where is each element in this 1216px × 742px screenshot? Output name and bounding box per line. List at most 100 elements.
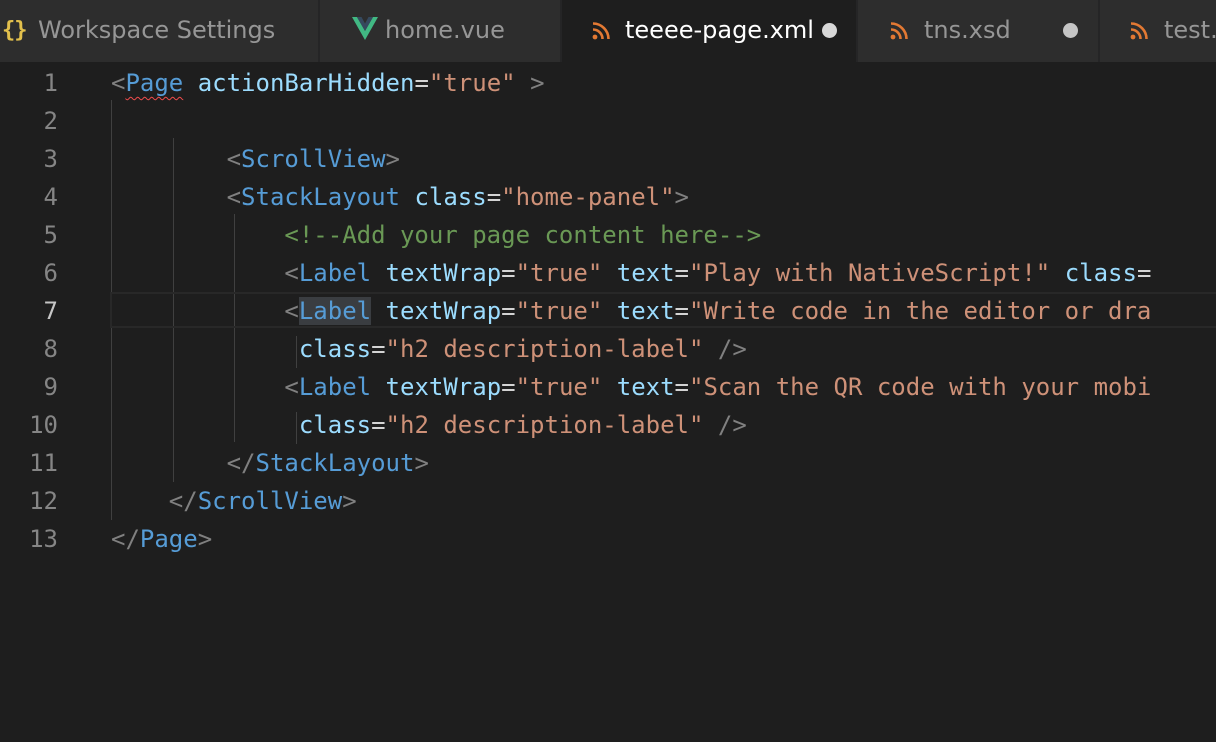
string-token: "true" xyxy=(515,259,603,287)
tab-label: home.vue xyxy=(385,16,505,44)
code-token: < xyxy=(111,69,126,97)
line-number: 1 xyxy=(43,69,58,97)
code-token: < xyxy=(284,297,299,325)
attribute-token: textWrap xyxy=(385,297,502,325)
line-number: 10 xyxy=(29,411,58,439)
tag-name-token: Label xyxy=(298,297,372,325)
tab-test-x[interactable]: test.x xyxy=(1100,0,1216,62)
code-token: = xyxy=(674,297,689,325)
code-line[interactable]: 1 <Page actionBarHidden="true" > xyxy=(0,64,1216,102)
string-token: "home-panel" xyxy=(501,183,675,211)
code-token: < xyxy=(284,259,299,287)
code-token: </ xyxy=(111,525,140,553)
tab-workspace-settings[interactable]: {} Workspace Settings xyxy=(0,0,318,62)
code-text[interactable]: <!--Add your page content here--> xyxy=(111,216,761,254)
code-token: = xyxy=(486,183,502,211)
line-number: 2 xyxy=(43,107,58,135)
editor-window: {} Workspace Settings home.vue teeee-pag… xyxy=(0,0,1216,742)
braces-icon: {} xyxy=(2,18,27,43)
string-token: "Scan the QR code with your mobi xyxy=(689,373,1152,401)
code-token: > xyxy=(385,145,400,173)
string-token: "Play with NativeScript!" xyxy=(689,259,1051,287)
line-number: 8 xyxy=(43,335,58,363)
line-number: 9 xyxy=(43,373,58,401)
code-line[interactable]: 5 <!--Add your page content here--> xyxy=(0,216,1216,254)
code-token: > xyxy=(674,183,689,211)
unsaved-dot-icon[interactable] xyxy=(822,23,837,38)
line-number: 3 xyxy=(43,145,58,173)
code-text[interactable]: <Label textWrap="true" text="Scan the QR… xyxy=(111,368,1151,406)
tab-label: test.x xyxy=(1164,16,1216,44)
attribute-token: class xyxy=(1064,259,1137,287)
tag-name-token: Label xyxy=(298,259,372,287)
code-token: </ xyxy=(226,449,256,477)
string-token: "true" xyxy=(428,69,516,97)
code-text[interactable]: </ScrollView> xyxy=(111,482,357,520)
code-line[interactable]: 9 <Label textWrap="true" text="Scan the … xyxy=(0,368,1216,406)
code-line[interactable]: 11 </StackLayout> xyxy=(0,444,1216,482)
code-token: > xyxy=(414,449,429,477)
line-number: 7 xyxy=(43,297,58,325)
line-number: 6 xyxy=(43,259,58,287)
line-number: 13 xyxy=(29,525,58,553)
code-line[interactable]: 4 <StackLayout class="home-panel"> xyxy=(0,178,1216,216)
code-line[interactable]: 13 </Page> xyxy=(0,520,1216,558)
attribute-token: class xyxy=(298,335,372,363)
code-line[interactable]: 10 class="h2 description-label" /> xyxy=(0,406,1216,444)
code-text[interactable]: <StackLayout class="home-panel"> xyxy=(111,178,689,216)
code-token: = xyxy=(414,69,429,97)
code-text[interactable]: <Label textWrap="true" text="Write code … xyxy=(111,292,1151,330)
code-line[interactable]: 6 <Label textWrap="true" text="Play with… xyxy=(0,254,1216,292)
code-line[interactable]: 2 xyxy=(0,102,1216,140)
code-token: /> xyxy=(717,335,747,363)
attribute-token: class xyxy=(298,411,372,439)
code-text[interactable]: <Label textWrap="true" text="Play with N… xyxy=(111,254,1151,292)
code-token: = xyxy=(501,259,516,287)
code-token: > xyxy=(342,487,357,515)
code-text[interactable]: class="h2 description-label" /> xyxy=(111,406,747,444)
code-line[interactable]: 7 <Label textWrap="true" text="Write cod… xyxy=(0,292,1216,330)
string-token: "true" xyxy=(515,297,603,325)
attribute-token: textWrap xyxy=(385,259,502,287)
code-text[interactable]: <Page actionBarHidden="true" > xyxy=(111,64,545,102)
code-text[interactable]: </StackLayout> xyxy=(111,444,429,482)
code-token: < xyxy=(226,183,242,211)
tag-name-token: StackLayout xyxy=(241,183,400,211)
tag-name-token: ScrollView xyxy=(241,145,386,173)
code-token: /> xyxy=(717,411,747,439)
tag-name-token: Label xyxy=(298,373,372,401)
code-line[interactable]: 12 </ScrollView> xyxy=(0,482,1216,520)
code-token: < xyxy=(226,145,242,173)
code-text[interactable]: class="h2 description-label" /> xyxy=(111,330,747,368)
code-token: = xyxy=(1136,259,1152,287)
tab-label: teeee-page.xml xyxy=(625,16,814,44)
code-text[interactable]: </Page> xyxy=(111,520,212,558)
unsaved-dot-icon[interactable] xyxy=(1063,23,1078,38)
tab-home-vue[interactable]: home.vue xyxy=(320,0,560,62)
tab-bar: {} Workspace Settings home.vue teeee-pag… xyxy=(0,0,1216,62)
code-line[interactable]: 8 class="h2 description-label" /> xyxy=(0,330,1216,368)
attribute-token: actionBarHidden xyxy=(197,69,415,97)
rss-icon xyxy=(890,22,908,52)
tab-tns-xsd[interactable]: tns.xsd xyxy=(858,0,1098,62)
code-editor[interactable]: 1 <Page actionBarHidden="true" >2 3 <Scrol… xyxy=(0,62,1216,742)
rss-icon xyxy=(1130,22,1148,52)
string-token: "Write code in the editor or dra xyxy=(689,297,1152,325)
code-line[interactable]: 3 <ScrollView> xyxy=(0,140,1216,178)
tab-teeee-page-xml[interactable]: teeee-page.xml xyxy=(562,0,856,62)
code-token: = xyxy=(371,335,386,363)
tag-name-token: ScrollView xyxy=(197,487,343,515)
code-text[interactable]: <ScrollView> xyxy=(111,140,400,178)
